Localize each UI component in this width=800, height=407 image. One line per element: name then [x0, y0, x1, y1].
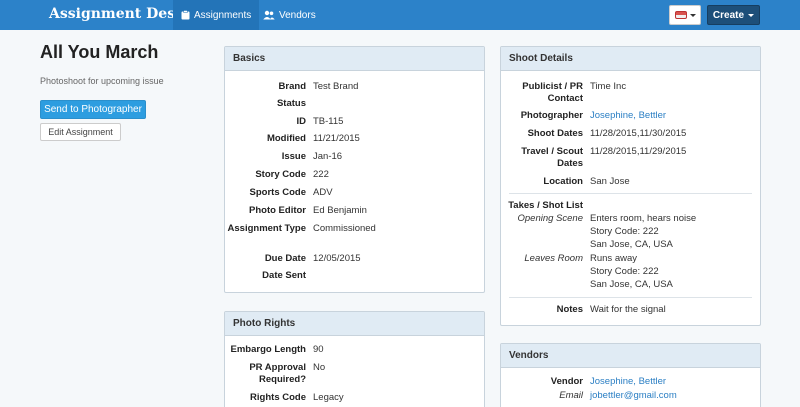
create-button-label: Create — [712, 9, 745, 21]
photo-rights-panel: Photo Rights Embargo Length 90 PR Approv… — [224, 311, 485, 407]
date-sent-label: Date Sent — [262, 270, 306, 281]
divider — [509, 193, 752, 194]
travel-dates-value: 11/28/2015,11/29/2015 — [590, 146, 687, 157]
assignment-type-label: Assignment Type — [227, 223, 306, 234]
takes-label: Takes / Shot List — [508, 200, 583, 211]
basics-panel: Basics Brand Test Brand Status ID TB-115… — [224, 46, 485, 293]
issue-value: Jan-16 — [313, 151, 343, 162]
brand-logo[interactable]: Assignment Desk — [49, 6, 185, 22]
chevron-down-icon — [748, 13, 755, 17]
vendor-link[interactable]: Josephine, Bettler — [590, 376, 666, 388]
pr-approval-value: No — [313, 362, 326, 373]
email-label: Email — [559, 390, 583, 401]
divider — [509, 297, 752, 298]
take-story-code: Story Code: 222 — [590, 226, 659, 237]
sports-code-value: ADV — [313, 187, 333, 198]
shoot-details-panel: Shoot Details Publicist / PR Contact Tim… — [500, 46, 761, 326]
page-title: All You March — [40, 42, 159, 62]
publicist-label: Publicist / PR Contact — [522, 81, 583, 104]
create-dropdown-button[interactable]: Create — [707, 5, 760, 25]
take-place: San Jose, CA, USA — [590, 239, 673, 250]
assignment-type-value: Commissioned — [313, 223, 376, 234]
brand-selector-dropdown[interactable] — [669, 5, 701, 25]
rights-code-value: Legacy — [313, 392, 344, 403]
embargo-length-value: 90 — [313, 344, 324, 355]
shoot-details-heading: Shoot Details — [501, 47, 760, 71]
photographer-label: Photographer — [520, 110, 583, 121]
vendors-panel: Vendors Vendor Josephine, Bettler Email … — [500, 343, 761, 407]
page-subtitle: Photoshoot for upcoming issue — [40, 76, 164, 86]
brand-label: Brand — [278, 81, 306, 92]
clipboard-icon — [181, 10, 190, 20]
due-date-label: Due Date — [264, 253, 306, 264]
take-description: Enters room, hears noise — [590, 213, 697, 224]
rights-code-label: Rights Code — [250, 392, 306, 403]
id-value: TB-115 — [313, 116, 344, 127]
due-date-value: 12/05/2015 — [313, 253, 361, 264]
status-label: Status — [276, 98, 306, 109]
take-description: Runs away — [590, 253, 637, 264]
photo-rights-heading: Photo Rights — [225, 312, 484, 336]
story-code-value: 222 — [313, 169, 329, 180]
modified-value: 11/21/2015 — [313, 133, 360, 144]
tab-assignments[interactable]: Assignments — [173, 0, 260, 30]
story-code-label: Story Code — [255, 169, 306, 180]
chevron-down-icon — [689, 13, 696, 17]
tab-assignments-label: Assignments — [194, 9, 252, 21]
location-value: San Jose — [590, 176, 630, 187]
brand-value: Test Brand — [313, 81, 359, 92]
modified-label: Modified — [266, 133, 306, 144]
brand-flag-icon — [674, 11, 687, 19]
edit-assignment-button[interactable]: Edit Assignment — [40, 123, 121, 141]
embargo-length-label: Embargo Length — [230, 344, 306, 355]
photo-editor-value: Ed Benjamin — [313, 205, 367, 216]
notes-label: Notes — [556, 304, 583, 315]
take-story-code: Story Code: 222 — [590, 266, 659, 277]
top-navbar: Assignment Desk Assignments Vendors Crea… — [0, 0, 800, 30]
take-name: Opening Scene — [517, 213, 584, 224]
tab-vendors[interactable]: Vendors — [255, 0, 324, 30]
sports-code-label: Sports Code — [249, 187, 306, 198]
publicist-value: Time Inc — [590, 81, 627, 92]
issue-label: Issue — [281, 151, 306, 162]
take-name: Leaves Room — [524, 253, 583, 264]
travel-dates-label: Travel / Scout Dates — [521, 146, 583, 169]
id-label: ID — [296, 116, 307, 127]
location-label: Location — [543, 176, 583, 187]
vendor-email-link[interactable]: jobettler@gmail.com — [590, 390, 677, 402]
take-place: San Jose, CA, USA — [590, 279, 673, 290]
users-icon — [263, 10, 275, 20]
vendors-heading: Vendors — [501, 344, 760, 368]
shoot-dates-label: Shoot Dates — [527, 128, 583, 139]
notes-value: Wait for the signal — [590, 304, 666, 315]
photo-editor-label: Photo Editor — [249, 205, 306, 216]
basics-heading: Basics — [225, 47, 484, 71]
tab-vendors-label: Vendors — [279, 9, 316, 21]
pr-approval-label: PR Approval Required? — [249, 362, 306, 385]
photographer-link[interactable]: Josephine, Bettler — [590, 110, 666, 122]
shoot-dates-value: 11/28/2015,11/30/2015 — [590, 128, 687, 139]
vendor-label: Vendor — [550, 376, 583, 387]
send-to-photographer-button[interactable]: Send to Photographer — [40, 100, 146, 119]
